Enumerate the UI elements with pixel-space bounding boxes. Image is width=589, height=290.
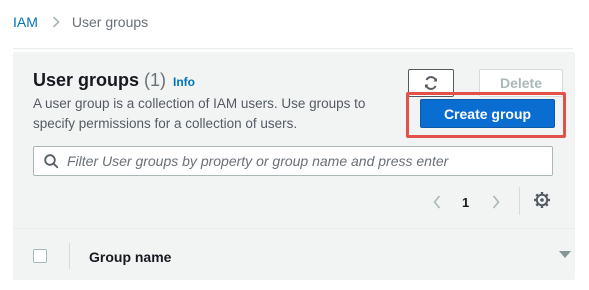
divider <box>13 48 573 49</box>
search-icon <box>44 153 59 169</box>
create-group-button[interactable]: Create group <box>420 99 555 128</box>
breadcrumb-current: User groups <box>71 14 149 30</box>
next-page-icon[interactable] <box>489 195 503 209</box>
page-number[interactable]: 1 <box>462 195 469 210</box>
breadcrumb-iam-link[interactable]: IAM <box>13 14 38 30</box>
column-header-group-name[interactable]: Group name <box>89 249 171 265</box>
gear-icon[interactable] <box>533 191 551 209</box>
title-text: User groups <box>33 70 140 90</box>
previous-page-icon[interactable] <box>430 195 444 209</box>
search-input[interactable] <box>67 153 552 169</box>
search-bar <box>33 146 553 176</box>
pagination-divider <box>519 187 520 215</box>
pagination: 1 <box>430 191 503 213</box>
refresh-icon <box>423 75 439 91</box>
info-link[interactable]: Info <box>173 75 195 89</box>
page-description: A user group is a collection of IAM user… <box>33 96 366 131</box>
breadcrumb: IAM User groups <box>13 14 148 30</box>
user-groups-panel: User groups (1) Info A user group is a c… <box>13 52 575 280</box>
chevron-right-icon <box>52 16 60 28</box>
column-divider <box>69 243 70 269</box>
page-title: User groups (1) <box>33 70 166 91</box>
group-count: (1) <box>144 70 167 90</box>
table-header: Group name <box>13 228 575 281</box>
sort-down-icon[interactable] <box>559 251 571 258</box>
select-all-checkbox[interactable] <box>33 249 47 263</box>
